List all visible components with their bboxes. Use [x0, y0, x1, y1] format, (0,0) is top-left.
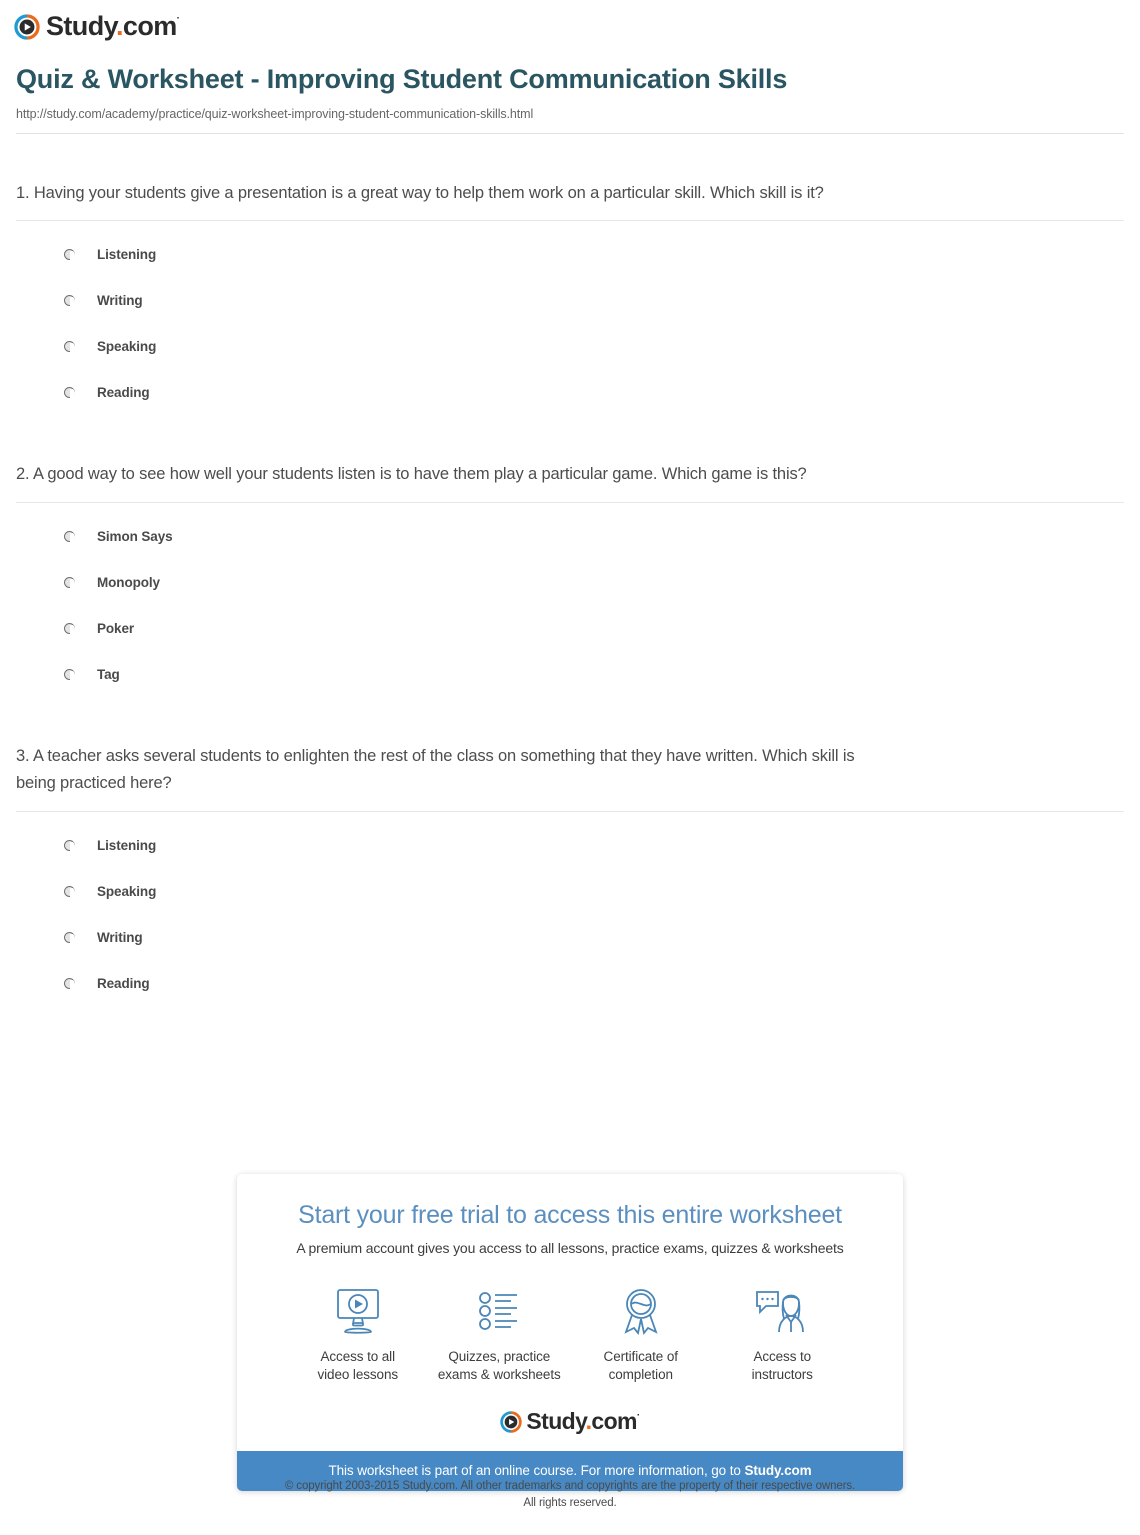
promo-bar-text: This worksheet is part of an online cour…: [328, 1463, 745, 1479]
copyright-line-1: © copyright 2003-2015 Study.com. All oth…: [284, 1480, 856, 1492]
radio-button-icon[interactable]: [64, 294, 75, 306]
answer-options: Simon Says Monopoly Poker Tag: [16, 503, 1124, 697]
promo-subheadline: A premium account gives you access to al…: [296, 1240, 844, 1256]
feature-label-line1: Quizzes, practice: [448, 1349, 551, 1364]
answer-option[interactable]: Speaking: [16, 323, 1124, 369]
checklist-icon: [429, 1282, 571, 1340]
logo-word-tld: com: [122, 11, 177, 41]
logo-word-main: Study: [46, 11, 117, 41]
answer-option-label: Listening: [97, 246, 157, 262]
play-circle-icon: [14, 13, 40, 40]
answer-option-label: Poker: [97, 620, 135, 636]
answer-option[interactable]: Simon Says: [16, 513, 1124, 559]
feature-label-line1: Access to all: [320, 1349, 396, 1364]
feature-label-line1: Certificate of: [603, 1349, 678, 1364]
promo-feature-label: Certificate of completion: [570, 1348, 712, 1384]
logo-word-dot: .: [116, 11, 123, 41]
question-block: 3. A teacher asks several students to en…: [16, 697, 1124, 1006]
answer-option-label: Writing: [97, 292, 143, 308]
question-block: 2. A good way to see how well your stude…: [16, 415, 1124, 697]
answer-option[interactable]: Speaking: [16, 868, 1124, 914]
radio-button-icon[interactable]: [64, 386, 75, 398]
logo-word-tld: com: [591, 1408, 637, 1435]
answer-option-label: Reading: [97, 384, 150, 400]
radio-button-icon[interactable]: [64, 668, 75, 680]
copyright-notice: © copyright 2003-2015 Study.com. All oth…: [0, 1478, 1140, 1511]
answer-option-label: Listening: [97, 837, 157, 853]
instructor-chat-icon: [712, 1282, 854, 1340]
answer-option[interactable]: Poker: [16, 605, 1124, 651]
answer-option-label: Reading: [97, 975, 150, 991]
play-circle-icon: [500, 1411, 523, 1433]
feature-label-line2: exams & worksheets: [437, 1367, 561, 1383]
radio-button-icon[interactable]: [64, 530, 75, 542]
promo-bar-link[interactable]: Study.com: [744, 1463, 811, 1478]
feature-label-line2: video lessons: [317, 1367, 399, 1383]
feature-label-line1: Access to: [753, 1349, 812, 1364]
promo-feature: Access to instructors: [712, 1282, 854, 1384]
answer-option[interactable]: Tag: [16, 651, 1124, 697]
upsell-card: Start your free trial to access this ent…: [237, 1174, 903, 1492]
answer-option[interactable]: Listening: [16, 231, 1124, 277]
logo-word-main: Study: [526, 1408, 586, 1435]
logo-wordmark: Study.com·: [526, 1408, 640, 1435]
answer-option[interactable]: Writing: [16, 914, 1124, 960]
promo-feature-label: Quizzes, practice exams & worksheets: [429, 1348, 571, 1384]
answer-option[interactable]: Reading: [16, 369, 1124, 415]
promo-headline: Start your free trial to access this ent…: [298, 1201, 842, 1229]
logo-wordmark: Study.com·: [46, 11, 180, 41]
answer-option[interactable]: Monopoly: [16, 559, 1124, 605]
radio-button-icon[interactable]: [64, 248, 75, 260]
copyright-line-2: All rights reserved.: [523, 1496, 617, 1509]
answer-option[interactable]: Listening: [16, 822, 1124, 868]
radio-button-icon[interactable]: [64, 622, 75, 634]
question-block: 1. Having your students give a presentat…: [16, 134, 1124, 416]
page-header: Quiz & Worksheet - Improving Student Com…: [0, 40, 1140, 121]
page-title: Quiz & Worksheet - Improving Student Com…: [16, 64, 788, 94]
question-text: 2. A good way to see how well your stude…: [16, 465, 807, 484]
answer-option-label: Simon Says: [97, 528, 173, 544]
page-url: http://study.com/academy/practice/quiz-w…: [16, 106, 534, 121]
quiz-questions: 1. Having your students give a presentat…: [0, 134, 1140, 1007]
promo-feature: Access to all video lessons: [287, 1282, 429, 1384]
answer-option-label: Speaking: [97, 883, 157, 899]
answer-option[interactable]: Reading: [16, 960, 1124, 1006]
radio-button-icon[interactable]: [64, 931, 75, 943]
radio-button-icon[interactable]: [64, 340, 75, 352]
question-text: 3. A teacher asks several students to en…: [16, 747, 855, 793]
answer-option-label: Speaking: [97, 338, 157, 354]
answer-option-label: Writing: [97, 929, 143, 945]
radio-button-icon[interactable]: [64, 977, 75, 989]
award-ribbon-icon: [570, 1282, 712, 1340]
answer-option-label: Tag: [97, 666, 120, 682]
answer-option[interactable]: Writing: [16, 277, 1124, 323]
radio-button-icon[interactable]: [64, 576, 75, 588]
logo-trademark: ·: [176, 13, 180, 24]
promo-logo: Study.com·: [257, 1410, 883, 1437]
answer-options: Listening Writing Speaking Reading: [16, 221, 1124, 415]
answer-option-label: Monopoly: [97, 574, 160, 590]
feature-label-line2: instructors: [751, 1367, 813, 1383]
promo-feature-label: Access to all video lessons: [287, 1348, 429, 1384]
radio-button-icon[interactable]: [64, 839, 75, 851]
logo-trademark: ·: [636, 1410, 640, 1422]
site-logo[interactable]: Study.com·: [0, 0, 1140, 40]
promo-feature: Certificate of completion: [570, 1282, 712, 1384]
promo-features: Access to all video lessons Quizzes, pra…: [257, 1282, 883, 1384]
monitor-play-icon: [287, 1282, 429, 1340]
radio-button-icon[interactable]: [64, 885, 75, 897]
promo-feature: Quizzes, practice exams & worksheets: [429, 1282, 571, 1384]
question-text: 1. Having your students give a presentat…: [16, 183, 824, 202]
promo-feature-label: Access to instructors: [712, 1348, 854, 1384]
answer-options: Listening Speaking Writing Reading: [16, 812, 1124, 1006]
feature-label-line2: completion: [608, 1367, 673, 1383]
